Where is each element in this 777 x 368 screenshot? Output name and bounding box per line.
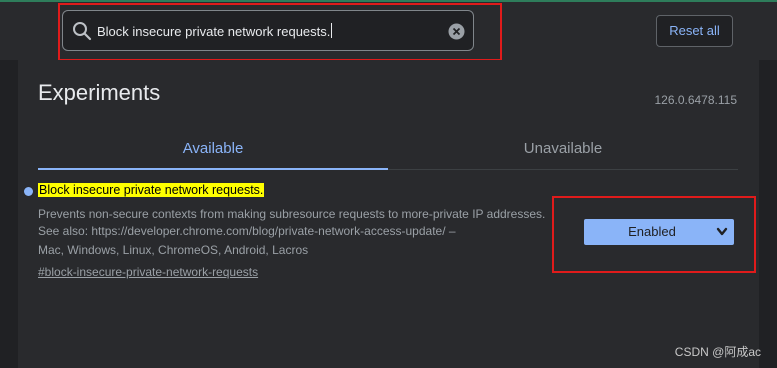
watermark: CSDN @阿成ac <box>674 345 761 359</box>
experiment-description: Prevents non-secure contexts from making… <box>38 207 546 238</box>
experiment-state-select[interactable]: Enabled <box>584 219 734 245</box>
page-title: Experiments <box>38 80 161 105</box>
reset-all-button[interactable]: Reset all <box>656 15 733 47</box>
close-circle-icon[interactable] <box>448 23 465 40</box>
experiment-modified-dot <box>24 187 33 196</box>
version-label: 126.0.6478.115 <box>654 93 737 107</box>
select-value: Enabled <box>628 224 676 239</box>
search-box[interactable]: Block insecure private network requests. <box>62 10 474 51</box>
search-input[interactable]: Block insecure private network requests. <box>97 23 333 39</box>
search-icon <box>73 22 92 41</box>
text-caret <box>331 23 333 38</box>
tab-available[interactable]: Available <box>38 128 388 170</box>
experiment-permalink[interactable]: #block-insecure-private-network-requests <box>38 265 258 279</box>
tab-unavailable[interactable]: Unavailable <box>388 128 738 170</box>
experiment-name: Block insecure private network requests. <box>38 183 265 197</box>
chevron-down-icon <box>716 227 728 236</box>
experiment-platforms: Mac, Windows, Linux, ChromeOS, Android, … <box>38 243 309 257</box>
